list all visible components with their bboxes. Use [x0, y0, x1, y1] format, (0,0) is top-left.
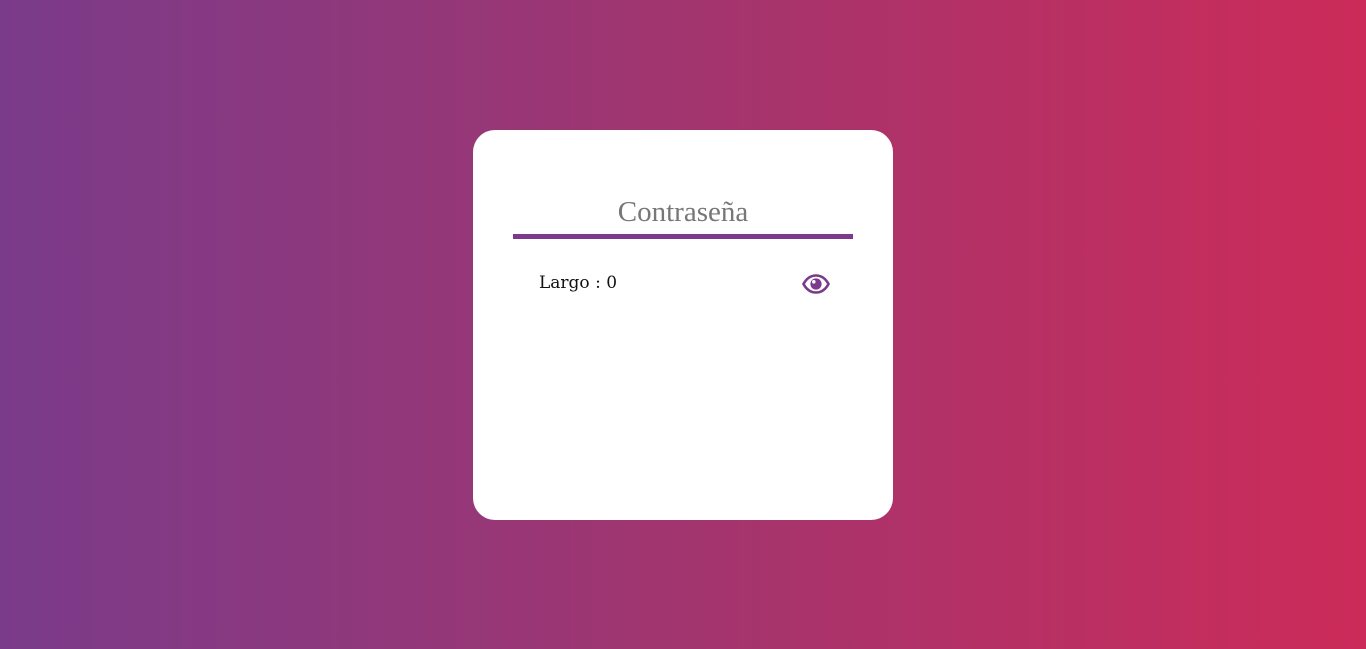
toggle-visibility-button[interactable] [801, 271, 831, 297]
password-input[interactable] [513, 190, 853, 239]
length-indicator: Largo : 0 [539, 273, 617, 293]
length-count: 0 [606, 273, 618, 293]
length-label-text: Largo [539, 273, 590, 293]
password-card: Largo : 0 [473, 130, 893, 520]
eye-icon [802, 274, 830, 294]
length-separator: : [589, 273, 607, 293]
